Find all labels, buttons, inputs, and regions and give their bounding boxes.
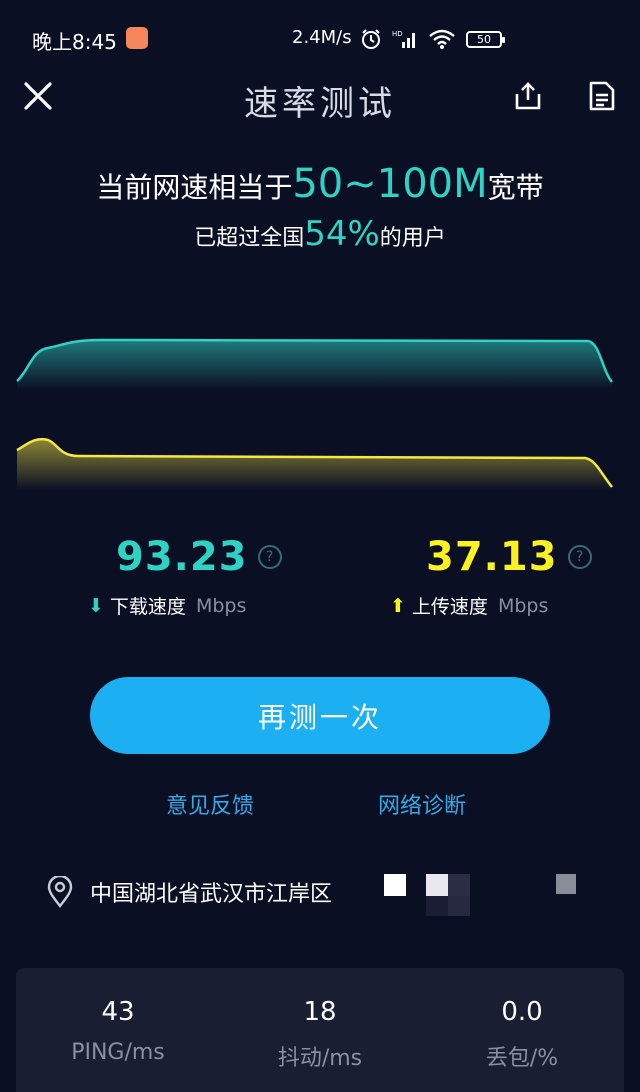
download-label: 下载速度 xyxy=(109,596,186,618)
location-row: 中国湖北省武汉市江岸区 xyxy=(46,872,332,912)
alarm-icon xyxy=(362,29,380,49)
report-icon xyxy=(589,81,615,111)
jitter-value: 18 xyxy=(303,997,337,1027)
jitter-metric: 18 抖动/ms xyxy=(220,994,420,1072)
upload-label: 上传速度 xyxy=(411,596,488,618)
upload-graph-area xyxy=(17,439,612,490)
ping-metric: 43 PING/ms xyxy=(18,994,218,1065)
diagnose-link[interactable]: 网络诊断 xyxy=(378,788,466,820)
upload-unit: Mbps xyxy=(497,594,549,617)
svg-text:HD: HD xyxy=(392,30,403,38)
feedback-link[interactable]: 意见反馈 xyxy=(166,788,254,820)
app-header: 速率测试 xyxy=(0,70,640,124)
location-pin-icon xyxy=(47,876,73,908)
status-icons: HD 50 xyxy=(360,26,505,52)
redacted-block xyxy=(384,874,406,896)
percentile-value: 54% xyxy=(304,214,380,254)
packet-loss-metric: 0.0 丢包/% xyxy=(422,994,622,1072)
battery-icon: 50 xyxy=(466,30,505,48)
ping-label: PING/ms xyxy=(71,1040,165,1065)
download-speed-value: 93.23 xyxy=(116,534,248,580)
packet-loss-label: 丢包/% xyxy=(485,1046,559,1071)
download-stat: 93.23 ? ⬇ 下载速度 Mbps xyxy=(88,534,282,644)
location-text: 中国湖北省武汉市江岸区 xyxy=(90,882,333,907)
redacted-block xyxy=(448,896,470,916)
status-net-speed: 2.4M/s xyxy=(292,27,352,48)
redacted-block xyxy=(448,874,470,896)
ping-value: 43 xyxy=(101,997,135,1027)
upload-speed-value: 37.13 xyxy=(426,534,558,580)
upload-help-icon[interactable]: ? xyxy=(567,545,592,569)
jitter-label: 抖动/ms xyxy=(277,1046,363,1071)
hd-signal-icon: HD xyxy=(392,30,415,48)
broadband-range: 50~100M xyxy=(292,161,488,207)
redacted-block xyxy=(426,874,448,896)
redacted-block xyxy=(426,896,448,916)
metrics-panel: 43 PING/ms 18 抖动/ms 0.0 丢包/% xyxy=(16,968,624,1092)
wifi-icon xyxy=(429,29,455,49)
download-arrow-icon: ⬇ xyxy=(88,594,104,617)
speed-summary: 当前网速相当于50~100M宽带 已超过全国54%的用户 xyxy=(0,160,640,254)
app-notification-icon xyxy=(126,27,148,49)
download-help-icon[interactable]: ? xyxy=(257,545,282,569)
share-button[interactable] xyxy=(502,70,554,122)
retest-button[interactable]: 再测一次 xyxy=(90,677,550,754)
action-links: 意见反馈 网络诊断 xyxy=(0,788,640,824)
speed-graph xyxy=(16,338,614,490)
upload-arrow-icon: ⬆ xyxy=(390,594,406,617)
report-button[interactable] xyxy=(576,70,628,122)
status-time: 晚上8:45 xyxy=(32,30,117,54)
download-unit: Mbps xyxy=(195,594,247,617)
upload-stat: 37.13 ? ⬆ 上传速度 Mbps xyxy=(390,534,592,644)
percentile-line: 已超过全国54%的用户 xyxy=(194,214,446,254)
share-icon xyxy=(515,82,541,110)
redacted-block xyxy=(556,874,576,894)
status-bar: 晚上8:45 2.4M/s HD 50 xyxy=(0,0,640,76)
broadband-equivalent: 当前网速相当于50~100M宽带 xyxy=(96,161,544,207)
download-graph-area xyxy=(17,340,612,390)
packet-loss-value: 0.0 xyxy=(501,997,543,1027)
battery-level: 50 xyxy=(477,32,491,46)
